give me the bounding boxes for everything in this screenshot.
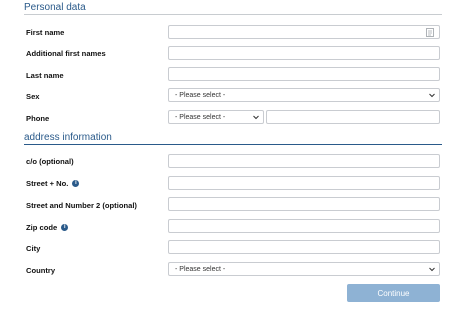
sex-label: Sex	[26, 91, 40, 101]
last-name-label: Last name	[26, 70, 64, 80]
street-label-text: Street + No.	[26, 178, 69, 188]
sex-select-value: - Please select -	[175, 91, 226, 99]
street-input[interactable]	[168, 176, 440, 190]
street-label: Street + No. i	[26, 177, 80, 189]
city-label: City	[26, 243, 41, 253]
section-title-address: address information	[24, 132, 112, 143]
street2-label: Street and Number 2 (optional)	[26, 200, 137, 210]
info-icon[interactable]: i	[61, 223, 69, 231]
sex-select[interactable]: - Please select -	[168, 88, 440, 102]
phone-number-input[interactable]	[266, 110, 440, 124]
info-icon[interactable]: i	[72, 179, 80, 187]
co-input[interactable]	[168, 154, 440, 168]
phone-label: Phone	[26, 113, 50, 123]
city-input[interactable]	[168, 240, 440, 254]
zip-input[interactable]	[168, 219, 440, 233]
chevron-down-icon	[253, 115, 259, 120]
last-name-input[interactable]	[168, 67, 440, 81]
phone-country-code-select[interactable]: - Please select -	[168, 110, 264, 124]
contact-card-icon	[426, 28, 434, 37]
first-name-label: First name	[26, 27, 65, 37]
section-title-personal: Personal data	[24, 2, 86, 13]
section-divider-address	[24, 144, 442, 145]
country-select-value: - Please select -	[175, 265, 226, 273]
continue-button[interactable]: Continue	[347, 284, 440, 302]
phone-code-value: - Please select -	[175, 113, 226, 121]
section-divider-personal	[24, 14, 442, 15]
chevron-down-icon	[429, 267, 435, 272]
co-label: c/o (optional)	[26, 156, 74, 166]
country-select[interactable]: - Please select -	[168, 262, 440, 276]
chevron-down-icon	[429, 93, 435, 98]
street2-input[interactable]	[168, 197, 440, 211]
zip-label-text: Zip code	[26, 222, 58, 232]
additional-first-names-label: Additional first names	[26, 48, 106, 58]
first-name-input[interactable]	[168, 25, 440, 39]
country-label: Country	[26, 265, 56, 275]
zip-label: Zip code i	[26, 221, 69, 233]
additional-first-names-input[interactable]	[168, 46, 440, 60]
